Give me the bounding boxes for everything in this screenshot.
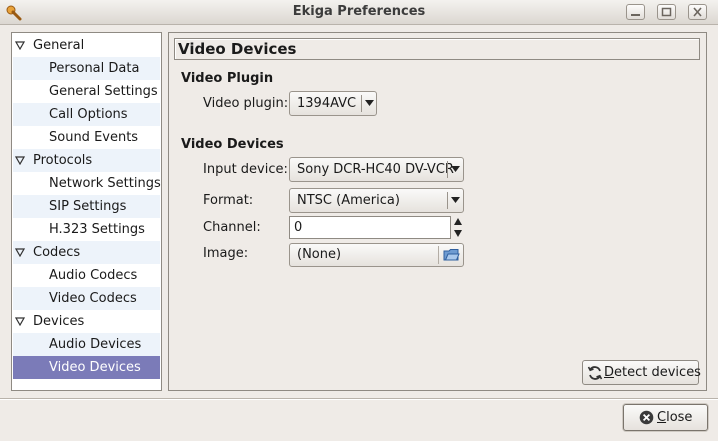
image-label: Image: xyxy=(203,246,249,261)
detect-devices-button[interactable]: Detect devices xyxy=(582,360,701,385)
footer-divider xyxy=(0,398,718,400)
sidebar-item-label: Protocols xyxy=(33,153,93,168)
sidebar-item-label: Audio Codecs xyxy=(49,268,138,283)
sidebar-item-label: General Settings xyxy=(49,84,158,99)
sidebar-item-audio-codecs[interactable]: Audio Codecs xyxy=(13,264,160,287)
video-plugin-value: 1394AVC xyxy=(297,96,357,111)
input-device-combo[interactable]: Sony DCR-HC40 DV-VCR xyxy=(289,157,464,182)
sidebar-category-devices[interactable]: Devices xyxy=(13,310,160,333)
sidebar-item-label: Video Codecs xyxy=(49,291,137,306)
preferences-page: Video Devices Video Plugin Video plugin:… xyxy=(168,32,707,391)
sidebar-category-general[interactable]: General xyxy=(13,34,160,57)
sidebar-item-personal-data[interactable]: Personal Data xyxy=(13,57,160,80)
format-label: Format: xyxy=(203,193,254,208)
format-combo[interactable]: NTSC (America) xyxy=(289,188,464,213)
maximize-button[interactable] xyxy=(657,4,676,20)
minimize-button[interactable] xyxy=(626,4,645,20)
video-plugin-label: Video plugin: xyxy=(203,96,289,111)
sidebar-item-label: SIP Settings xyxy=(49,199,127,214)
channel-label: Channel: xyxy=(203,220,261,235)
detect-mnemonic: D xyxy=(604,365,615,380)
sidebar-item-label: H.323 Settings xyxy=(49,222,145,237)
close-button[interactable]: Close xyxy=(623,404,708,431)
sidebar-item-video-devices[interactable]: Video Devices xyxy=(13,356,160,379)
folder-open-icon xyxy=(443,249,460,261)
title-bar[interactable]: Ekiga Preferences xyxy=(0,0,718,25)
sidebar-item-label: General xyxy=(33,38,85,53)
close-label: lose xyxy=(666,410,693,425)
page-title: Video Devices xyxy=(174,38,700,60)
sidebar-item-label: Audio Devices xyxy=(49,337,142,352)
expander-down-icon[interactable] xyxy=(15,156,25,165)
sidebar-item-network-settings[interactable]: Network Settings xyxy=(13,172,161,195)
expander-down-icon[interactable] xyxy=(15,248,25,257)
maximize-icon xyxy=(661,7,672,17)
window-title: Ekiga Preferences xyxy=(292,4,426,19)
minimize-icon xyxy=(631,14,640,16)
sidebar-item-sip-settings[interactable]: SIP Settings xyxy=(13,195,160,218)
image-value: (None) xyxy=(297,247,342,262)
input-device-label: Input device: xyxy=(203,162,288,177)
sidebar-category-codecs[interactable]: Codecs xyxy=(13,241,160,264)
sidebar-item-audio-devices[interactable]: Audio Devices xyxy=(13,333,160,356)
format-value: NTSC (America) xyxy=(297,193,400,208)
sidebar-item-general-settings[interactable]: General Settings xyxy=(13,80,160,103)
detect-label: etect devices xyxy=(614,365,701,380)
expander-down-icon[interactable] xyxy=(15,41,25,50)
dropdown-arrow-icon xyxy=(451,166,460,172)
input-device-value: Sony DCR-HC40 DV-VCR xyxy=(297,162,454,177)
sidebar-item-call-options[interactable]: Call Options xyxy=(13,103,160,126)
video-devices-heading: Video Devices xyxy=(181,137,284,152)
expander-down-icon[interactable] xyxy=(15,317,25,326)
close-icon xyxy=(639,410,654,425)
sidebar-item-label: Sound Events xyxy=(49,130,139,145)
sidebar-item-video-codecs[interactable]: Video Codecs xyxy=(13,287,160,310)
image-file-chooser[interactable]: (None) xyxy=(289,243,464,267)
video-plugin-heading: Video Plugin xyxy=(181,71,274,86)
channel-spin-input[interactable]: 0 xyxy=(289,216,451,239)
sidebar-item-label: Network Settings xyxy=(49,176,161,191)
spin-up-icon[interactable] xyxy=(453,217,463,226)
sidebar-item-label: Video Devices xyxy=(49,360,141,375)
spin-down-icon[interactable] xyxy=(453,229,463,238)
dropdown-arrow-icon xyxy=(451,197,460,203)
refresh-icon xyxy=(587,366,603,380)
sidebar-item-h323-settings[interactable]: H.323 Settings xyxy=(13,218,160,241)
sidebar-item-label: Call Options xyxy=(49,107,128,122)
sidebar-item-label: Codecs xyxy=(33,245,81,260)
sidebar-category-protocols[interactable]: Protocols xyxy=(13,149,160,172)
close-mnemonic: C xyxy=(657,410,667,425)
video-plugin-combo[interactable]: 1394AVC xyxy=(289,91,377,116)
dropdown-arrow-icon xyxy=(365,100,374,106)
close-x-icon xyxy=(693,7,702,17)
sidebar-item-sound-events[interactable]: Sound Events xyxy=(13,126,160,149)
sidebar-item-label: Devices xyxy=(33,314,85,329)
window-close-button[interactable] xyxy=(688,4,707,20)
sidebar-item-label: Personal Data xyxy=(49,61,140,76)
sidebar-tree[interactable]: General Personal Data General Settings C… xyxy=(11,32,162,391)
